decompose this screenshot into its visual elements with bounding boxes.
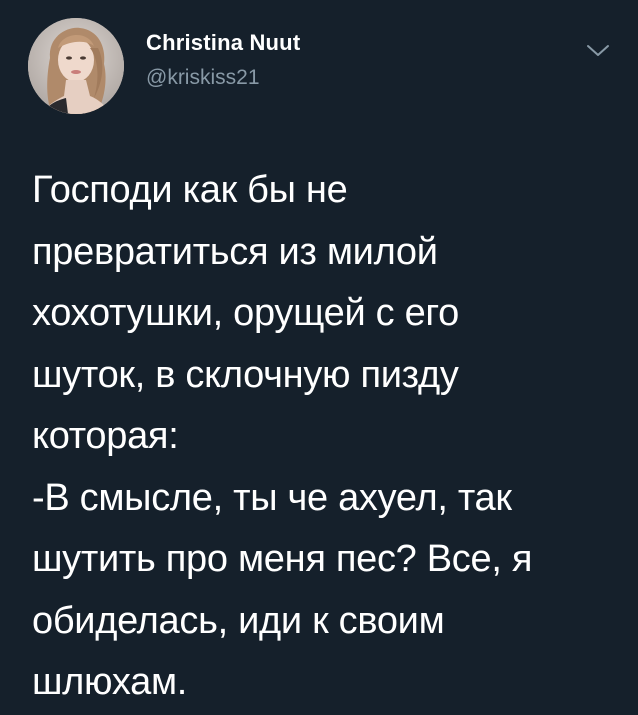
tweet-text-line: Господи как бы не	[32, 169, 348, 211]
tweet-text-line: шутить про меня пес? Все, я	[32, 538, 533, 580]
avatar[interactable]	[28, 18, 124, 114]
tweet-text-line: хохотушки, орущей с его	[32, 292, 459, 334]
tweet-text-line: -В смысле, ты че ахуел, так	[32, 476, 512, 519]
tweet-text: Господи как бы не превратиться из милой …	[32, 160, 612, 714]
tweet-text-line: которая:	[32, 415, 179, 457]
chevron-down-icon[interactable]	[585, 42, 611, 60]
tweet-text-line: превратиться из милой	[32, 230, 438, 273]
author-display-name[interactable]: Christina Nuut	[146, 30, 300, 56]
tweet-text-line: шлюхам.	[32, 661, 188, 703]
tweet-card: Christina Nuut @kriskiss21 Господи как б…	[0, 0, 638, 715]
tweet-text-line: обиделась, иди к своим	[32, 599, 445, 642]
author-handle[interactable]: @kriskiss21	[146, 66, 260, 90]
tweet-text-line: шуток, в склочную пизду	[32, 353, 459, 396]
profile-photo-icon	[28, 18, 124, 114]
